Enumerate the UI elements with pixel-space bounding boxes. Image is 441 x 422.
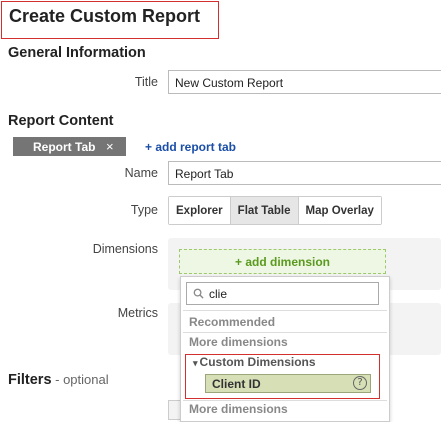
client-id-label: Client ID bbox=[212, 377, 261, 391]
custom-dimensions-group[interactable]: ▾ Custom Dimensions bbox=[193, 355, 316, 369]
name-label: Name bbox=[124, 166, 158, 180]
page-title: Create Custom Report bbox=[9, 6, 201, 26]
close-icon[interactable]: × bbox=[106, 139, 114, 154]
report-tab-chip[interactable]: Report Tab × bbox=[13, 137, 126, 156]
add-dimension-button[interactable]: + add dimension bbox=[179, 249, 386, 274]
chevron-down-icon: ▾ bbox=[193, 358, 198, 368]
metrics-label: Metrics bbox=[117, 306, 158, 320]
add-report-tab-link[interactable]: + add report tab bbox=[145, 140, 236, 154]
title-label: Title bbox=[134, 75, 158, 89]
page-title-box: Create Custom Report bbox=[1, 1, 219, 39]
dimension-search-input[interactable]: clie bbox=[186, 282, 379, 305]
type-map-overlay-button[interactable]: Map Overlay bbox=[298, 197, 381, 224]
dimension-picker-dropdown: clie Recommended More dimensions ▾ Custom… bbox=[180, 276, 390, 422]
dimensions-label: Dimensions bbox=[92, 242, 158, 256]
report-tab-label: Report Tab bbox=[33, 140, 96, 154]
more-dimensions-group[interactable]: More dimensions bbox=[189, 335, 288, 349]
divider bbox=[183, 332, 387, 333]
name-input[interactable]: Report Tab bbox=[168, 161, 441, 185]
type-flat-table-button[interactable]: Flat Table bbox=[230, 197, 299, 224]
title-input[interactable]: New Custom Report bbox=[168, 70, 441, 94]
client-id-option[interactable]: Client ID ? bbox=[205, 374, 371, 393]
help-icon[interactable]: ? bbox=[353, 376, 367, 390]
more-dimensions-group-2[interactable]: More dimensions bbox=[189, 402, 288, 416]
divider bbox=[183, 400, 387, 401]
filters-optional-label: - optional bbox=[51, 372, 109, 387]
filters-label: Filters bbox=[8, 372, 52, 388]
report-type-selector: Explorer Flat Table Map Overlay bbox=[168, 196, 382, 225]
divider bbox=[183, 310, 387, 311]
filters-heading: Filters - optional bbox=[8, 372, 109, 388]
general-information-heading: General Information bbox=[8, 45, 146, 61]
report-content-heading: Report Content bbox=[8, 113, 114, 129]
type-explorer-button[interactable]: Explorer bbox=[169, 197, 231, 224]
dimension-search-value: clie bbox=[209, 287, 228, 301]
recommended-group[interactable]: Recommended bbox=[189, 315, 275, 329]
type-label: Type bbox=[130, 203, 158, 217]
custom-dimensions-label: Custom Dimensions bbox=[199, 355, 316, 369]
search-icon bbox=[193, 288, 204, 299]
